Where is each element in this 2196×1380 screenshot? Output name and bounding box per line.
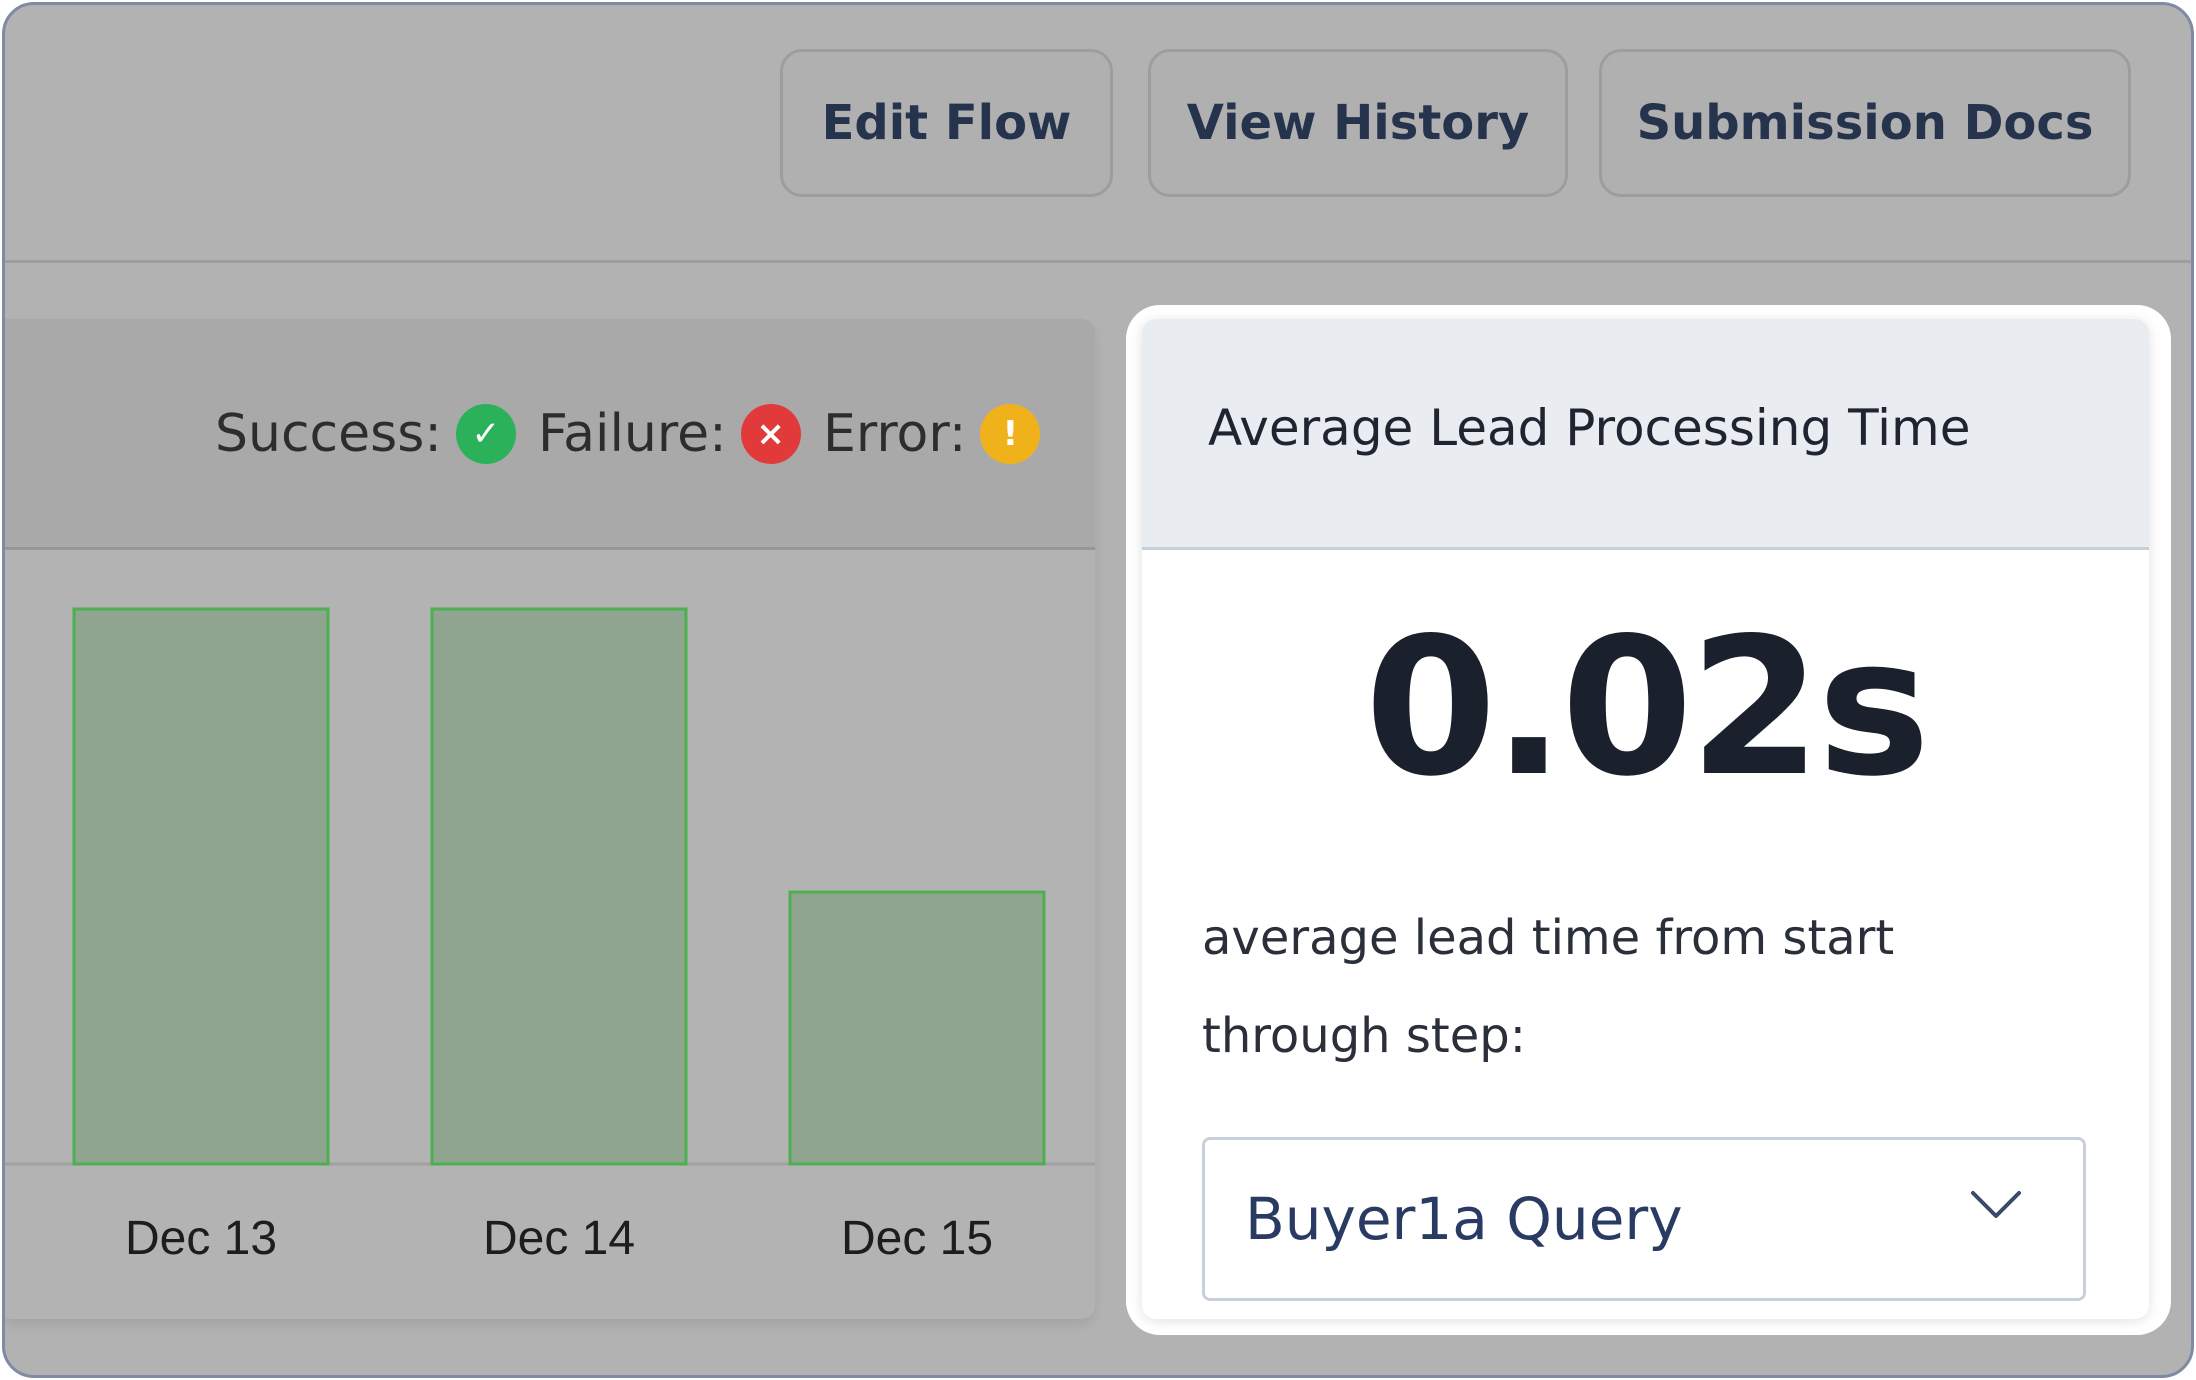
card-header: Average Lead Processing Time (1142, 319, 2149, 550)
chart-legend-header: Success: ✓ Failure: × Error: ! (5, 319, 1095, 550)
submission-docs-button[interactable]: Submission Docs (1599, 49, 2131, 197)
app-window: Edit Flow View History Submission Docs S… (2, 2, 2194, 1378)
view-history-button[interactable]: View History (1148, 49, 1568, 197)
exclamation-icon: ! (980, 404, 1041, 464)
status-chart-panel: Success: ✓ Failure: × Error: ! Dec 13 Dec… (5, 319, 1095, 1319)
card-title: Average Lead Processing Time (1208, 399, 1971, 457)
legend-error-label: Error: (823, 404, 967, 464)
avg-processing-time-card: Average Lead Processing Time 0.02s avera… (1142, 319, 2149, 1319)
bar-chart: Dec 13 Dec 14 Dec 15 (5, 607, 1095, 1265)
check-icon: ✓ (455, 404, 516, 464)
chart-x-tick-label: Dec 15 (841, 1212, 993, 1265)
legend-error: Error: ! (823, 399, 1041, 469)
step-select-value: Buyer1a Query (1245, 1185, 1683, 1253)
edit-flow-button[interactable]: Edit Flow (780, 49, 1113, 197)
legend-failure-label: Failure: (538, 404, 727, 464)
legend-failure: Failure: × (538, 399, 801, 469)
chart-bar-3[interactable] (788, 890, 1046, 1166)
top-toolbar: Edit Flow View History Submission Docs (5, 5, 2191, 263)
chart-x-tick-label: Dec 13 (125, 1212, 277, 1265)
legend-success: Success: ✓ (215, 399, 516, 469)
legend-success-label: Success: (215, 404, 442, 464)
chevron-down-icon[interactable] (1969, 1188, 2023, 1222)
metric-value: 0.02s (1364, 597, 1931, 818)
metric-description: average lead time from start through ste… (1202, 910, 1895, 1064)
chart-x-tick-label: Dec 14 (483, 1212, 635, 1265)
x-icon: × (740, 404, 801, 464)
chart-bar-1[interactable] (72, 607, 330, 1166)
step-select[interactable]: Buyer1a Query (1202, 1137, 2086, 1301)
chart-bar-2[interactable] (430, 607, 688, 1166)
